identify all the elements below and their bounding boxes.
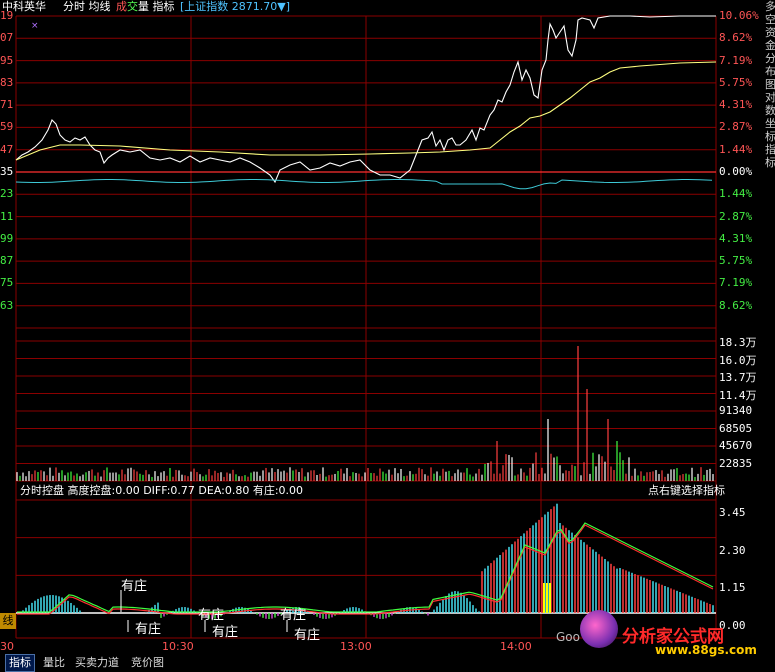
watermark-logo-icon [580, 610, 618, 648]
side-panel-cut: 多空资金分布图 对数坐标 指标 [765, 0, 775, 672]
tab-indicator[interactable]: 指标 [5, 654, 35, 672]
tab-auction[interactable]: 竞价图 [128, 655, 167, 671]
legend-vol-c: 量 [138, 0, 149, 13]
volume-label: 45670 [719, 439, 753, 452]
percent-label: 2.87% [719, 209, 753, 223]
price-label: 35 [0, 165, 14, 178]
chart-header: 中科英华 分时 均线 成交量 指标 [上证指数 2871.70▼] [2, 0, 290, 14]
cross-marker: × [31, 21, 39, 31]
legend-vol-a: 成 [116, 0, 127, 13]
annotation-label: 有庄 [280, 608, 307, 623]
percent-label: 5.75% [719, 254, 753, 268]
annotation-label: 有庄 [121, 579, 148, 594]
percent-label: 2.87% [719, 120, 753, 134]
time-label: 14:00 [500, 640, 532, 653]
indicator-value-label: 2.30 [719, 543, 746, 557]
percent-label: 8.62% [719, 298, 753, 312]
volume-label: 16.0万 [719, 353, 757, 367]
legend-avg: 均线 [88, 0, 111, 13]
percent-label: 1.44% [719, 187, 753, 201]
annotation-label: 有庄 [294, 628, 321, 643]
volume-label: 18.3万 [719, 336, 757, 349]
tab-buy-sell-force[interactable]: 买卖力道 [72, 655, 122, 671]
price-label: 95 [0, 53, 14, 67]
percent-label: 7.19% [719, 276, 753, 290]
indicator-value-label: 1.15 [719, 581, 746, 595]
volume-label: 68505 [719, 421, 753, 435]
indicator-header: 分时控盘 高度控盘:0.00 DIFF:0.77 DEA:0.80 有庄:0.0… [20, 484, 304, 497]
side-strip-text: 多空资金分布图 对数坐标 指标 [765, 0, 775, 169]
price-label: 75 [0, 276, 14, 290]
index-label[interactable]: [上证指数 [180, 0, 228, 13]
volume-label: 11.4万 [719, 388, 757, 402]
price-label: 07 [0, 31, 14, 45]
price-label: 83 [0, 75, 14, 89]
watermark-url: www.88gs.com [655, 643, 757, 657]
annotation-label: 有庄 [212, 625, 239, 640]
price-label: 11 [0, 209, 14, 223]
time-label: 30 [0, 640, 14, 653]
price-label: 23 [0, 187, 14, 201]
legend-vol-b: 交 [127, 0, 138, 13]
price-label: 71 [0, 98, 14, 112]
price-label: 47 [0, 142, 14, 156]
percent-label: 10.06% [719, 9, 759, 22]
price-label: 19 [0, 9, 14, 22]
percent-label: 7.19% [719, 53, 753, 67]
line-tab-cut[interactable]: 线 [0, 613, 16, 629]
price-label: 99 [0, 231, 14, 245]
price-label: 87 [0, 254, 14, 268]
percent-label: 1.44% [719, 142, 753, 156]
tab-volume-ratio[interactable]: 量比 [40, 655, 68, 671]
indicator-hint[interactable]: 点右键选择指标 [648, 484, 725, 498]
time-label: 13:00 [340, 640, 372, 653]
time-label: 10:30 [162, 640, 194, 653]
index-line [15, 179, 713, 190]
index-value: 2871.70 [231, 0, 278, 13]
price-label: 63 [0, 298, 14, 312]
indicator-value-label: 3.45 [719, 506, 746, 519]
chart-canvas: × [15, 15, 717, 639]
annotation-label: 有庄 [135, 622, 162, 637]
volume-label: 22835 [719, 456, 753, 470]
percent-label: 4.31% [719, 231, 753, 245]
index-arrow: ▼] [277, 0, 291, 13]
legend-time: 分时 [63, 0, 85, 13]
percent-label: 5.75% [719, 75, 753, 89]
price-label: 59 [0, 120, 14, 134]
volume-label: 13.7万 [719, 371, 757, 384]
volume-label: 91340 [719, 404, 753, 417]
percent-label: 8.62% [719, 31, 753, 45]
percent-label: 0.00% [719, 165, 753, 178]
watermark-faint: Goo [556, 630, 580, 644]
percent-label: 4.31% [719, 98, 753, 112]
legend-indicator: 指标 [152, 0, 175, 13]
